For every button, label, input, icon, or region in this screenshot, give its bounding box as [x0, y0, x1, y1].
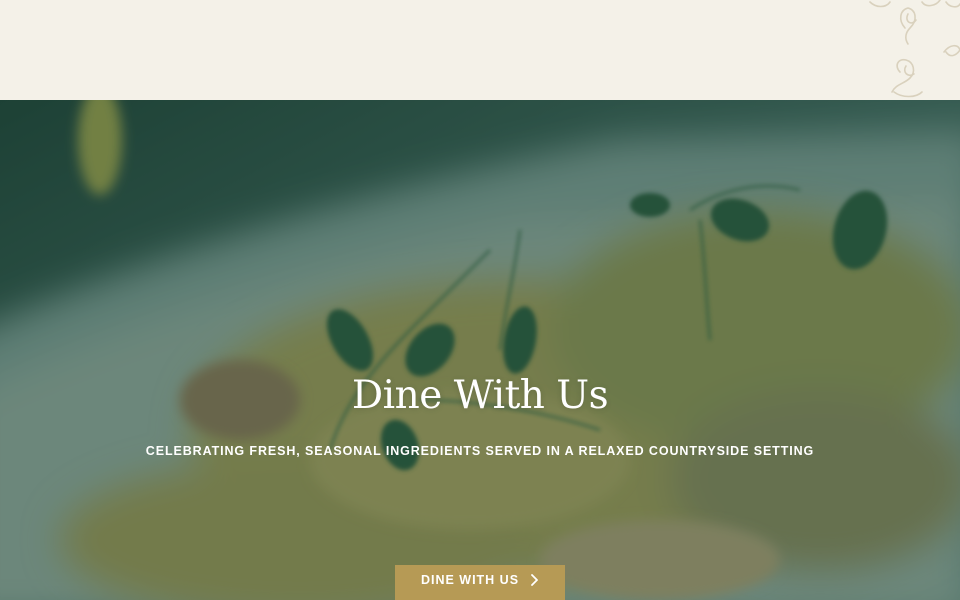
chevron-right-icon [531, 574, 538, 586]
cta-label: DINE WITH US [420, 573, 520, 587]
hero-section: Dine With Us CELEBRATING FRESH, SEASONAL… [0, 100, 960, 600]
celtic-knot-icon [869, 0, 960, 98]
dine-with-us-button[interactable]: DINE WITH US [395, 565, 565, 600]
page: Dine With Us CELEBRATING FRESH, SEASONAL… [0, 0, 960, 600]
top-band [0, 0, 960, 100]
hero-content: Dine With Us CELEBRATING FRESH, SEASONAL… [0, 100, 960, 600]
hero-subtitle: CELEBRATING FRESH, SEASONAL INGREDIENTS … [145, 444, 815, 458]
hero-title: Dine With Us [351, 373, 609, 418]
